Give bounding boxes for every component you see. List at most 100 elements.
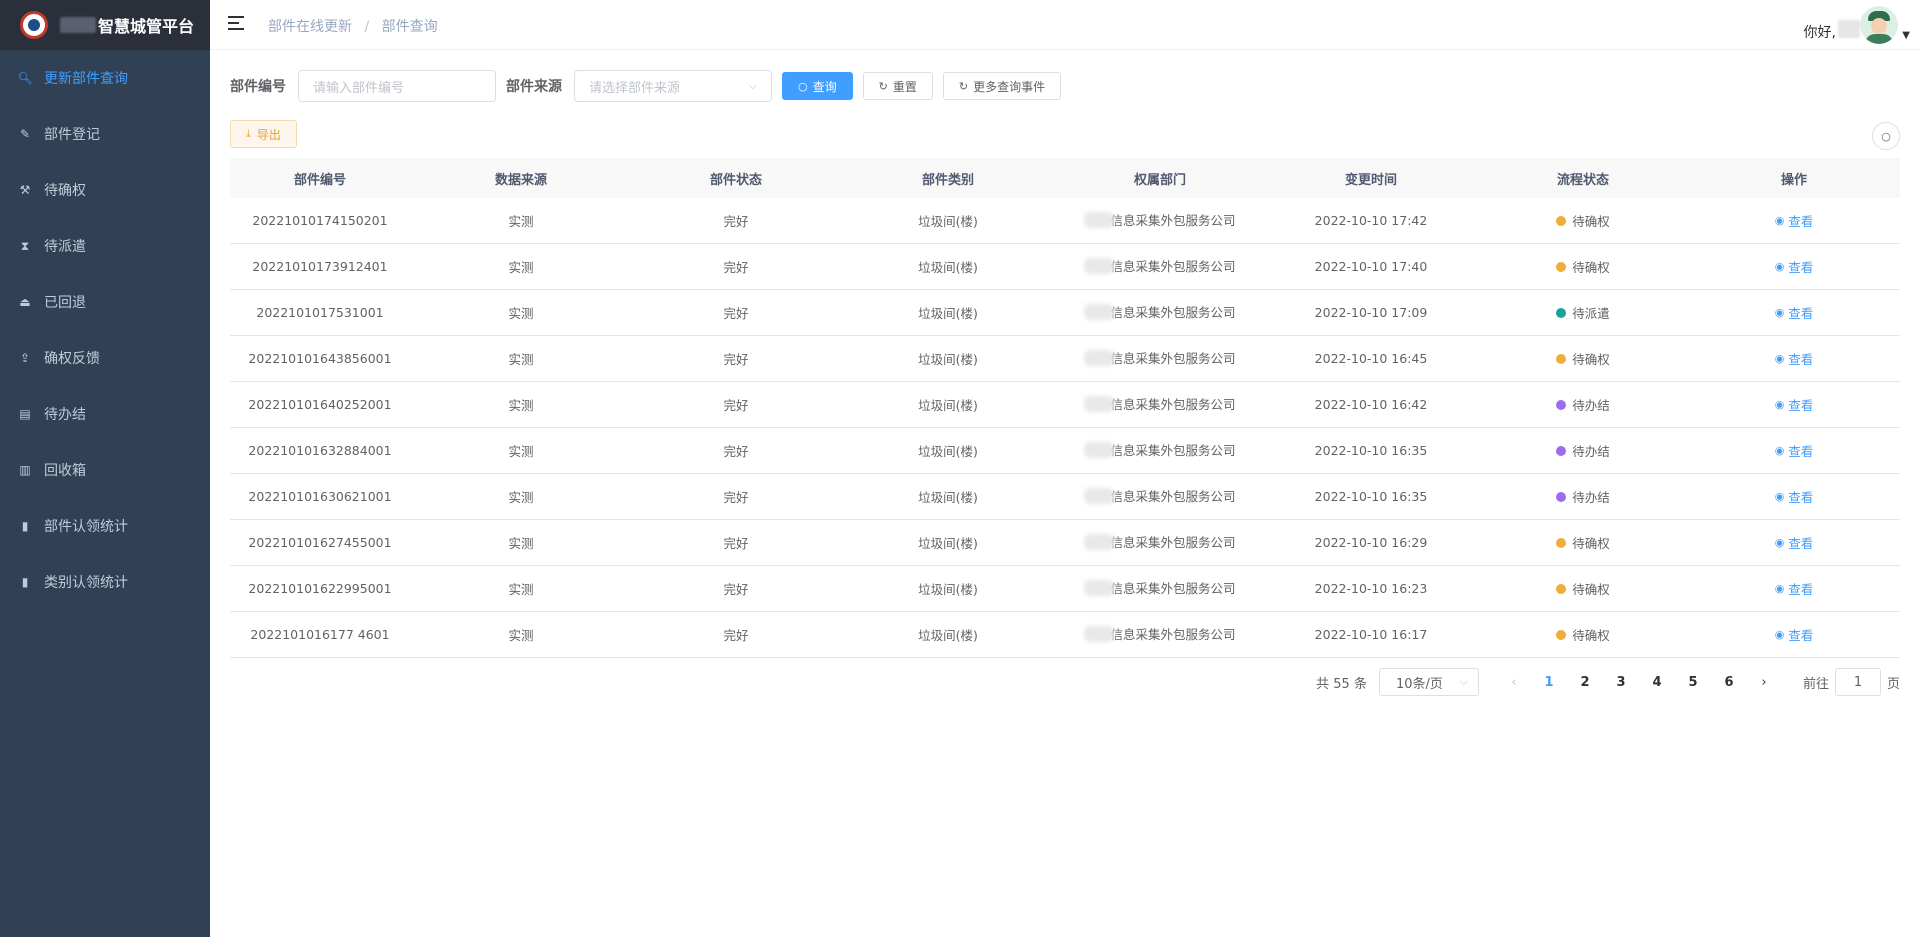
- status-dot: [1556, 307, 1567, 318]
- search-form: 部件编号 请输入部件编号 部件来源 请选择部件来源 ⌵ ○ 查询 ↻ 重置 ↻ …: [230, 70, 1062, 102]
- avatar[interactable]: [1860, 6, 1898, 44]
- page-2[interactable]: 2: [1567, 675, 1603, 690]
- query-button[interactable]: ○ 查询: [782, 72, 853, 100]
- caret-down-icon[interactable]: ▼: [1902, 30, 1910, 41]
- source-select[interactable]: 请选择部件来源 ⌵: [574, 70, 772, 102]
- eject-icon: ⏏: [19, 295, 31, 309]
- cell-flow: 待确权: [1478, 211, 1688, 230]
- cell-source: 实测: [508, 398, 534, 413]
- cell-action: ◉ 查看: [1688, 579, 1900, 598]
- cell-source: 实测: [508, 536, 534, 551]
- page-size-value: 10条/页: [1395, 676, 1443, 692]
- page-1[interactable]: 1: [1531, 675, 1567, 690]
- status-dot: [1556, 629, 1567, 640]
- eye-icon: ◉: [1774, 536, 1785, 549]
- view-button-label: 查看: [1788, 628, 1814, 643]
- table-row: 20221010174150201 实测 完好 垃圾间(楼) 信息采集外包服务公司 202…: [230, 198, 1900, 244]
- cell-time: 2022-10-10 16:17: [1314, 627, 1428, 642]
- view-button-label: 查看: [1788, 306, 1814, 321]
- goto-page-value: 1: [1853, 674, 1863, 690]
- cell-category: 垃圾间(楼): [918, 398, 978, 413]
- cell-time: 2022-10-10 17:40: [1314, 259, 1428, 274]
- view-button-label: 查看: [1788, 490, 1814, 505]
- cell-action: ◉ 查看: [1688, 211, 1900, 230]
- breadcrumb-item-parent[interactable]: 部件在线更新: [268, 19, 352, 35]
- cell-action: ◉ 查看: [1688, 487, 1900, 506]
- cell-flow: 待确权: [1478, 579, 1688, 598]
- sidebar-item-7[interactable]: ▥ 回收箱: [0, 442, 210, 498]
- redacted-dept-prefix: [1084, 625, 1115, 642]
- cell-code: 202210101627455001: [248, 535, 392, 550]
- view-button[interactable]: ◉ 查看: [1775, 211, 1814, 230]
- cell-flow: 待确权: [1478, 257, 1688, 276]
- view-button[interactable]: ◉ 查看: [1775, 625, 1814, 644]
- table-row: 202210101640252001 实测 完好 垃圾间(楼) 信息采集外包服务公司 20…: [230, 382, 1900, 428]
- city-emblem-logo-icon: [20, 11, 48, 39]
- redacted-username: [1838, 20, 1860, 38]
- source-label: 部件来源: [506, 79, 562, 95]
- column-header: 权属部门: [1133, 172, 1186, 188]
- view-button[interactable]: ◉ 查看: [1775, 533, 1814, 552]
- page-3[interactable]: 3: [1603, 675, 1639, 690]
- page-6[interactable]: 6: [1711, 675, 1747, 690]
- sidebar-item-0[interactable]: 🔍︎ 更新部件查询: [0, 50, 210, 106]
- sidebar-item-3[interactable]: ⧗ 待派遣: [0, 218, 210, 274]
- redacted-dept-prefix: [1084, 579, 1115, 596]
- sidebar-item-9[interactable]: ▮ 类别认领统计: [0, 554, 210, 610]
- cell-state: 完好: [723, 214, 749, 229]
- view-button[interactable]: ◉ 查看: [1775, 349, 1814, 368]
- view-button-label: 查看: [1788, 214, 1814, 229]
- edit-icon: ✎: [19, 127, 31, 141]
- column-header: 数据来源: [494, 172, 547, 188]
- sidebar-item-8[interactable]: ▮ 部件认领统计: [0, 498, 210, 554]
- sidebar-item-2[interactable]: ⚒ 待确权: [0, 162, 210, 218]
- cell-code: 202210101640252001: [248, 397, 392, 412]
- cell-category: 垃圾间(楼): [918, 490, 978, 505]
- breadcrumb-separator: /: [364, 19, 370, 35]
- cell-dept: 信息采集外包服务公司: [1056, 486, 1264, 507]
- upload-icon: ⇪: [19, 351, 31, 365]
- cell-flow: 待确权: [1478, 625, 1688, 644]
- code-input[interactable]: 请输入部件编号: [298, 70, 496, 102]
- goto-page-input[interactable]: 1: [1834, 668, 1881, 696]
- cell-dept: 信息采集外包服务公司: [1056, 440, 1264, 461]
- document-icon: ▤: [19, 407, 31, 421]
- cell-dept: 信息采集外包服务公司: [1056, 302, 1264, 323]
- cell-action: ◉ 查看: [1688, 533, 1900, 552]
- dept-name: 信息采集外包服务公司: [1110, 397, 1236, 413]
- sidebar-item-label: 待派遣: [44, 239, 86, 255]
- column-header: 操作: [1780, 172, 1807, 188]
- status-dot: [1556, 215, 1567, 226]
- dept-name: 信息采集外包服务公司: [1110, 581, 1236, 597]
- cell-dept: 信息采集外包服务公司: [1056, 624, 1264, 645]
- more-query-button[interactable]: ↻ 更多查询事件: [942, 72, 1062, 100]
- table-row: 202210101643856001 实测 完好 垃圾间(楼) 信息采集外包服务公司 20…: [230, 336, 1900, 382]
- cell-source: 实测: [508, 490, 534, 505]
- view-button[interactable]: ◉ 查看: [1775, 487, 1814, 506]
- toggle-search-button[interactable]: ○: [1872, 122, 1900, 150]
- cell-action: ◉ 查看: [1688, 303, 1900, 322]
- page-size-select[interactable]: 10条/页 ⌵: [1378, 668, 1479, 696]
- brand: 智慧城管平台: [0, 0, 210, 50]
- page-5[interactable]: 5: [1675, 675, 1711, 690]
- reset-button[interactable]: ↻ 重置: [862, 72, 933, 100]
- view-button[interactable]: ◉ 查看: [1775, 303, 1814, 322]
- view-button[interactable]: ◉ 查看: [1775, 395, 1814, 414]
- pagination: 共 55 条 10条/页 ⌵ ‹ 123456 › 前往 1 页: [1316, 668, 1900, 696]
- next-page-icon[interactable]: ›: [1747, 675, 1781, 690]
- view-button[interactable]: ◉ 查看: [1775, 441, 1814, 460]
- page-4[interactable]: 4: [1639, 675, 1675, 690]
- more-query-button-label: 更多查询事件: [973, 79, 1046, 94]
- sidebar-item-6[interactable]: ▤ 待办结: [0, 386, 210, 442]
- view-button[interactable]: ◉ 查看: [1775, 579, 1814, 598]
- sidebar-item-5[interactable]: ⇪ 确权反馈: [0, 330, 210, 386]
- hamburger-icon[interactable]: [228, 16, 244, 30]
- sidebar-item-1[interactable]: ✎ 部件登记: [0, 106, 210, 162]
- cell-code: 202210101622995001: [248, 581, 392, 596]
- sidebar-item-4[interactable]: ⏏ 已回退: [0, 274, 210, 330]
- view-button[interactable]: ◉ 查看: [1775, 257, 1814, 276]
- prev-page-icon[interactable]: ‹: [1497, 675, 1531, 690]
- export-button[interactable]: ⤓ 导出: [230, 120, 297, 148]
- dept-name: 信息采集外包服务公司: [1110, 627, 1236, 643]
- eye-icon: ◉: [1774, 306, 1785, 319]
